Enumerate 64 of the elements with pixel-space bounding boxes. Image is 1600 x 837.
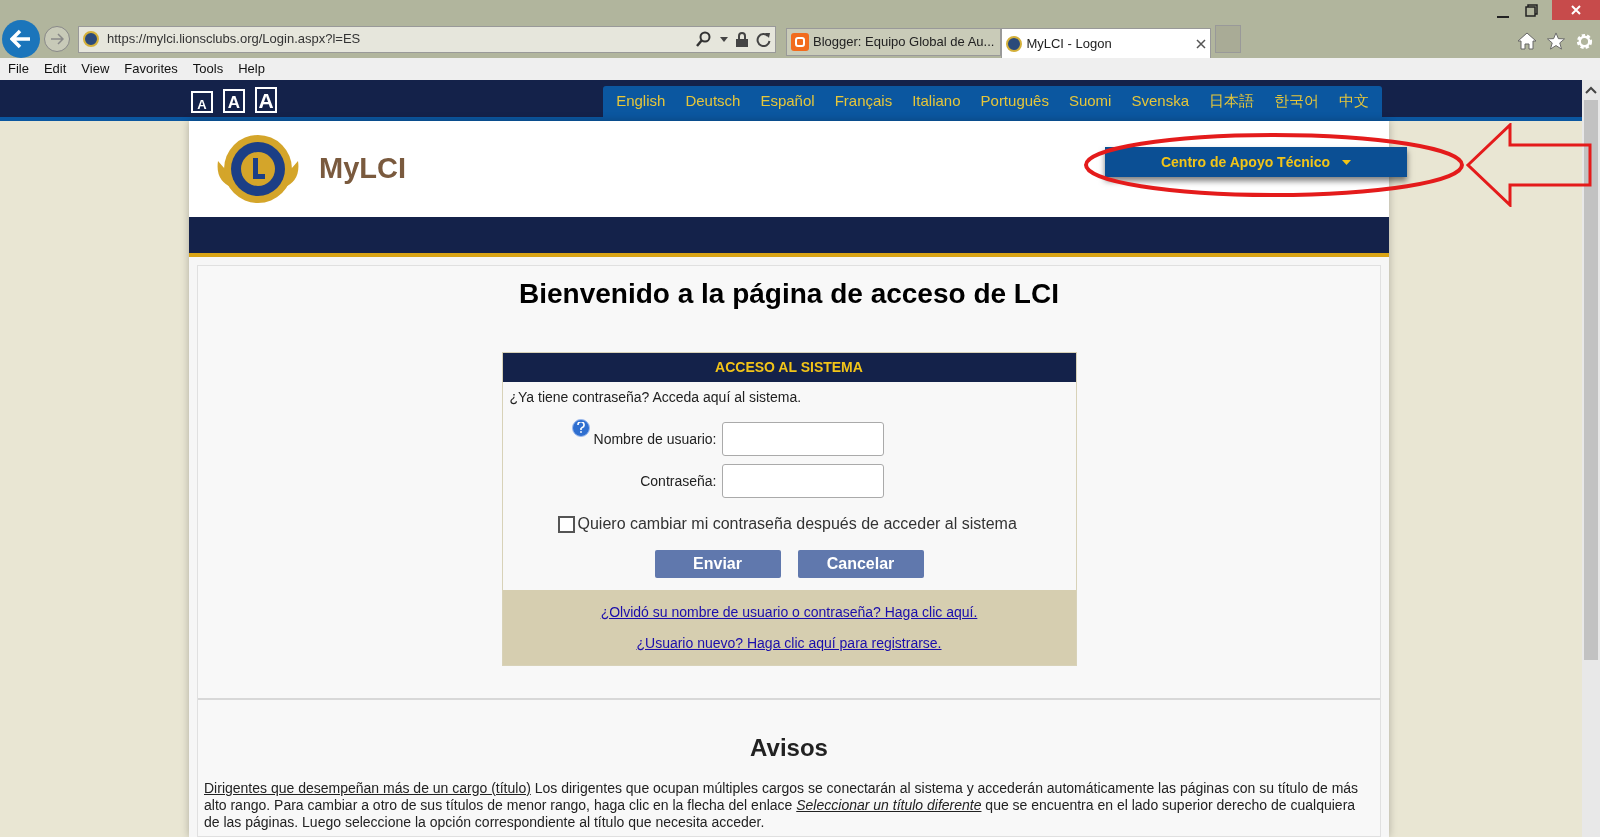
home-icon[interactable] [1517,32,1537,50]
language-link[interactable]: Español [750,90,825,113]
language-link[interactable]: Svenska [1121,90,1199,113]
font-size-button[interactable]: A [191,91,213,113]
language-link[interactable]: Suomi [1058,90,1122,113]
browser-tab[interactable]: Blogger: Equipo Global de Au... [786,28,1002,56]
menu-item[interactable]: Favorites [124,59,178,79]
close-icon [1571,5,1581,15]
restore-icon[interactable] [1525,4,1538,17]
link[interactable]: ¿Usuario nuevo? Haga clic aquí para registrarse. [636,633,942,654]
help-icon[interactable] [571,418,590,437]
link[interactable]: ¿Olvidó su nombre de usuario o contraseña? Haga clic aquí. [600,602,978,623]
scroll-up-icon[interactable] [1585,86,1597,94]
scroll-thumb[interactable] [1584,100,1598,660]
language-link[interactable]: English [606,90,676,113]
language-link[interactable]: 한국어 [1264,90,1329,113]
password-field[interactable] [721,464,884,498]
change-password-checkbox[interactable] [557,515,575,533]
blogger-icon [791,33,809,51]
language-link[interactable]: Deutsch [675,90,751,113]
star-icon[interactable] [1546,32,1566,50]
caret-icon [1342,159,1352,165]
menu-item[interactable]: Edit [43,59,67,79]
notice-paragraph: Dirigentes que desempeñan más de un cargo (título) Los dirigentes que ocupan múltiples cargos se conectarán al sistema y accederán automáticamente las páginas con su título de más alto rango. Para cambiar a otro de sus títulos de menor rango, haga clic en la flecha del enlace Seleccionar un título diferente que se encuentra en el lado superior derecho de cualquiera de las páginas. Luego seleccione la opción correspondiente al título que necesita acceder. [204,780,1360,831]
back-button[interactable] [2,20,40,58]
menu-item[interactable]: Help [238,59,265,79]
support-menu-button[interactable]: Centro de Apoyo Técnico [1105,147,1407,177]
dropdown-caret-icon[interactable] [720,36,728,42]
field-label: Nombre de usuario: [593,429,717,449]
url-text: https://mylci.lionsclubs.org/Login.aspx?l=ES [107,30,362,49]
scrollbar[interactable] [1582,80,1600,837]
menu-item[interactable]: File [8,59,29,79]
menu-item[interactable]: View [81,59,110,79]
site-icon [1006,35,1023,52]
left-arrow-icon [10,29,32,49]
submit-button[interactable]: Enviar [654,550,781,578]
close-tab-icon[interactable] [1196,38,1207,49]
font-size-button[interactable]: A [223,89,245,113]
language-link[interactable]: Português [970,90,1059,113]
lock-icon[interactable] [736,31,748,47]
right-arrow-icon [50,33,64,45]
font-size-button[interactable]: A [255,87,277,113]
address-bar[interactable]: https://mylci.lionsclubs.org/Login.aspx?l=ES [78,25,776,53]
search-icon[interactable] [696,31,712,47]
language-link[interactable]: Français [824,90,903,113]
link[interactable]: Dirigentes que desempeñan más de un cargo (título) [204,780,531,796]
language-link[interactable]: 中文 [1329,90,1379,113]
site-title: MyLCI [319,151,406,187]
language-link[interactable]: Italiano [902,90,971,113]
refresh-icon[interactable] [756,31,771,47]
username-field[interactable] [721,422,884,456]
browser-tab[interactable]: MyLCI - Logon [1001,28,1212,58]
change-password-label: Quiero cambiar mi contraseña después de acceder al sistema [577,514,1017,534]
cancel-button[interactable]: Cancelar [797,550,924,578]
close-button[interactable] [1552,0,1600,20]
site-icon [83,31,99,47]
page-title: Bienvenido a la página de acceso de LCI [519,277,1059,311]
menu-item[interactable]: Tools [192,59,224,79]
login-heading: ACCESO AL SISTEMA [502,353,1076,382]
login-intro-text: ¿Ya tiene contraseña? Acceda aquí al sistema. [509,388,803,407]
link[interactable]: Seleccionar un título diferente [796,797,982,813]
field-label: Contraseña: [640,471,717,491]
notices-title: Avisos [750,733,828,763]
language-link[interactable]: 日本語 [1199,90,1264,113]
